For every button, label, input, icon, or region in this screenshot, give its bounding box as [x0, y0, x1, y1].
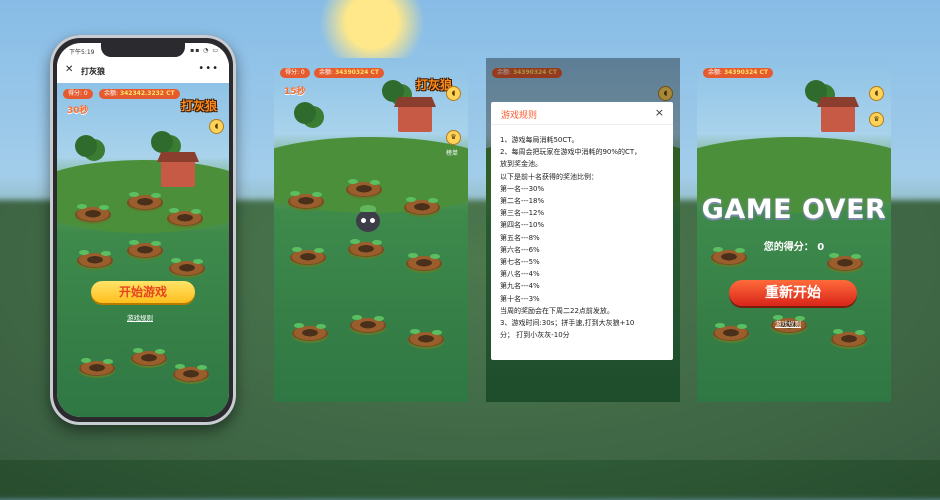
- mole-hole[interactable]: [348, 239, 384, 257]
- game-over-title: GAME OVER: [701, 194, 887, 225]
- rules-line: 放到奖金池。: [500, 160, 542, 169]
- rules-line: 第七名---5%: [500, 258, 540, 267]
- rules-line: 第十名---3%: [500, 294, 540, 303]
- rules-line: 第一名---30%: [500, 184, 545, 193]
- mole-hole[interactable]: [346, 179, 382, 197]
- balance-pill: 余额: 34390324 CT: [314, 68, 384, 78]
- mole-hole[interactable]: [77, 250, 113, 268]
- game-over-screen: 余额: 34390324 CT ◖ ♛ GAME OVER 您的得分： 0 重新…: [697, 58, 891, 402]
- rules-modal: 游戏规则 × 1、游戏每局消耗50CT。 2、每周会把玩家在游戏中消耗的90%的…: [491, 102, 673, 360]
- balance-value: 34390324 CT: [334, 69, 379, 76]
- balance-value: 34390324 CT: [723, 69, 768, 76]
- mole-hole[interactable]: [713, 323, 749, 341]
- mole-hole[interactable]: [127, 240, 163, 258]
- balance-label: 余额:: [319, 69, 334, 76]
- grey-wolf-character[interactable]: [354, 205, 382, 238]
- wolf-hat: [360, 205, 376, 212]
- phone-mockup: 下午5:19 ▪▪ ◔ ▭ ✕ 打灰狼 ••• 得分: 0 余额: 342342…: [50, 35, 236, 425]
- mole-hole[interactable]: [404, 197, 440, 215]
- mole-hole[interactable]: [79, 358, 115, 376]
- mole-hole[interactable]: [167, 208, 203, 226]
- mole-hole[interactable]: [408, 329, 444, 347]
- rules-line: 第四名---10%: [500, 221, 545, 230]
- house: [161, 161, 195, 187]
- wolf-eye: [361, 218, 366, 223]
- mole-hole[interactable]: [131, 348, 167, 366]
- close-icon[interactable]: ×: [655, 106, 664, 119]
- modal-title: 游戏规则: [501, 111, 538, 121]
- wechat-navbar: ✕ 打灰狼 •••: [57, 59, 229, 84]
- wolf-head: [356, 210, 380, 232]
- score-pill: 得分: 0: [63, 89, 93, 99]
- restart-button[interactable]: 重新开始: [729, 280, 857, 306]
- rules-line: 1、游戏每局消耗50CT。: [500, 136, 579, 144]
- rules-line: 当周的奖励会在下周二22点前发放。: [500, 306, 614, 315]
- mole-hole[interactable]: [292, 323, 328, 341]
- mole-hole[interactable]: [173, 364, 209, 382]
- phone-notch: [101, 43, 185, 57]
- status-time: 下午5:19: [69, 49, 95, 56]
- tree: [294, 102, 316, 124]
- tree: [75, 135, 97, 157]
- mole-hole[interactable]: [288, 191, 324, 209]
- rules-text: 1、游戏每局消耗50CT。 2、每周会把玩家在游戏中消耗的90%的CT， 放到奖…: [500, 134, 668, 341]
- status-icons: ▪▪ ◔ ▭: [190, 47, 219, 54]
- speaker-icon[interactable]: ◖: [446, 86, 461, 101]
- balance-value: 342342.3232 CT: [119, 90, 175, 97]
- mole-hole[interactable]: [169, 258, 205, 276]
- balance-pill: 余额: 342342.3232 CT: [99, 89, 180, 99]
- rules-line: 第八名---4%: [500, 270, 540, 279]
- rules-line: 分； 打到小灰灰-10分: [500, 331, 570, 340]
- rules-line: 第二名---18%: [500, 197, 545, 206]
- trophy-icon[interactable]: ♛: [446, 130, 461, 145]
- balance-label: 余额:: [708, 69, 723, 76]
- wolf-eye: [370, 218, 375, 223]
- game-start-screen: 得分: 0 余额: 342342.3232 CT 30秒 打灰狼 ◖ 开始游戏 …: [57, 83, 229, 417]
- mole-hole[interactable]: [75, 204, 111, 222]
- more-icon[interactable]: •••: [198, 63, 219, 74]
- rules-line: 第九名---4%: [500, 282, 540, 291]
- final-score: 您的得分： 0: [763, 242, 825, 253]
- rules-line: 第三名---12%: [500, 209, 545, 218]
- gameplay-screen: 得分: 0 余额: 34390324 CT 15秒 打灰狼 ◖ ♛ 榜单: [274, 58, 468, 402]
- rules-line: 以下是前十名获得的奖池比例：: [500, 172, 598, 181]
- score-pill: 得分: 0: [280, 68, 310, 78]
- balance-label: 余额:: [104, 90, 119, 97]
- close-icon[interactable]: ✕: [65, 64, 73, 75]
- timer: 15秒: [284, 87, 306, 97]
- rules-link[interactable]: 游戏规则: [775, 318, 801, 328]
- rules-line: 2、每周会把玩家在游戏中消耗的90%的CT，: [500, 148, 642, 157]
- start-game-button[interactable]: 开始游戏: [91, 281, 195, 303]
- game-logo: 打灰狼: [181, 99, 218, 113]
- rules-line: 3、游戏时间:30s；拼手速,打到大灰狼+10: [500, 319, 635, 328]
- tree: [151, 131, 173, 153]
- timer: 30秒: [67, 106, 89, 116]
- house: [821, 106, 855, 132]
- house: [398, 106, 432, 132]
- mole-hole[interactable]: [290, 247, 326, 265]
- speaker-icon[interactable]: ◖: [209, 119, 224, 134]
- trophy-icon[interactable]: ♛: [869, 112, 884, 127]
- speaker-icon[interactable]: ◖: [869, 86, 884, 101]
- rules-line: 第五名---8%: [500, 233, 540, 242]
- mole-hole[interactable]: [831, 329, 867, 347]
- phone-screen: 下午5:19 ▪▪ ◔ ▭ ✕ 打灰狼 ••• 得分: 0 余额: 342342…: [57, 43, 229, 417]
- mole-hole[interactable]: [350, 315, 386, 333]
- mole-hole[interactable]: [127, 192, 163, 210]
- rules-link[interactable]: 游戏规则: [127, 312, 153, 322]
- rank-label: 榜单: [446, 150, 459, 157]
- modal-header: 游戏规则 ×: [491, 102, 673, 125]
- rules-screen: 余额: 34390324 CT ◖ 游戏规则 × 1、游戏每局消耗50CT。 2…: [486, 58, 680, 402]
- balance-pill: 余额: 34390324 CT: [703, 68, 773, 78]
- mole-hole[interactable]: [406, 253, 442, 271]
- rules-line: 第六名---6%: [500, 245, 540, 254]
- page-title: 打灰狼: [81, 67, 105, 76]
- mole-hole[interactable]: [827, 253, 863, 271]
